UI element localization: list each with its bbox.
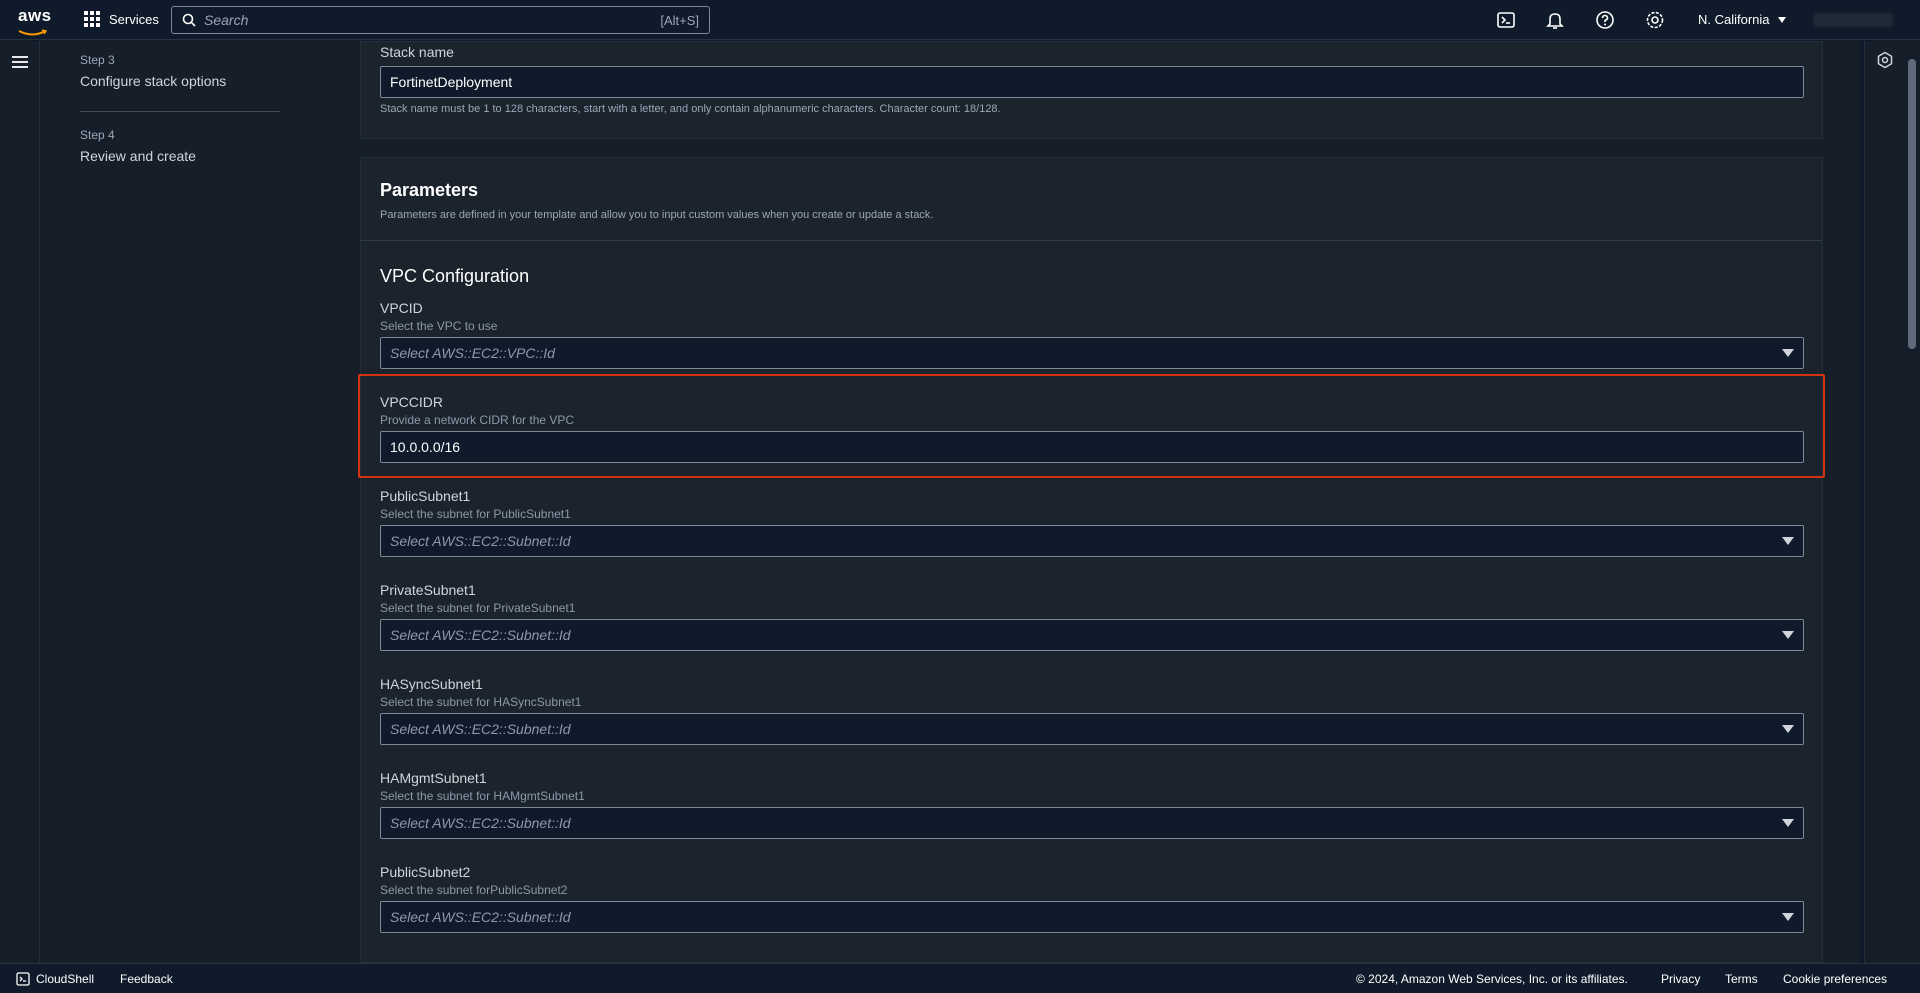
wizard-steps: Step 3 Configure stack options Step 4 Re… bbox=[40, 41, 360, 963]
search-shortcut-hint: [Alt+S] bbox=[660, 12, 699, 28]
select-placeholder: Select AWS::EC2::VPC::Id bbox=[390, 345, 555, 361]
publicsubnet2-select[interactable]: Select AWS::EC2::Subnet::Id bbox=[380, 901, 1804, 933]
param-description: Select the VPC to use bbox=[380, 319, 498, 333]
parameters-card: Parameters Parameters are defined in you… bbox=[360, 157, 1823, 963]
side-navigation-strip bbox=[0, 41, 40, 963]
parameters-header: Parameters Parameters are defined in you… bbox=[380, 180, 933, 221]
copyright-text: © 2024, Amazon Web Services, Inc. or its… bbox=[1356, 971, 1628, 986]
privatesubnet1-select[interactable]: Select AWS::EC2::Subnet::Id bbox=[380, 619, 1804, 651]
terms-link[interactable]: Terms bbox=[1725, 972, 1758, 986]
settings-icon[interactable] bbox=[1645, 10, 1665, 30]
param-description: Select the subnet for PublicSubnet1 bbox=[380, 507, 571, 521]
help-icon[interactable] bbox=[1595, 10, 1615, 30]
menu-icon[interactable] bbox=[12, 55, 28, 69]
param-label: PrivateSubnet1 bbox=[380, 582, 476, 598]
param-description: Select the subnet for HAMgmtSubnet1 bbox=[380, 789, 585, 803]
services-label: Services bbox=[109, 11, 159, 27]
param-description: Select the subnet for PrivateSubnet1 bbox=[380, 601, 576, 615]
cloudshell-footer-button[interactable]: CloudShell bbox=[16, 972, 94, 986]
account-menu[interactable] bbox=[1813, 13, 1893, 27]
cookie-preferences-link[interactable]: Cookie preferences bbox=[1783, 972, 1887, 986]
vpccidr-input[interactable] bbox=[390, 439, 1794, 455]
search-icon bbox=[182, 13, 196, 27]
select-placeholder: Select AWS::EC2::Subnet::Id bbox=[390, 909, 571, 925]
select-placeholder: Select AWS::EC2::Subnet::Id bbox=[390, 721, 571, 737]
vpcid-select[interactable]: Select AWS::EC2::VPC::Id bbox=[380, 337, 1804, 369]
caret-down-icon bbox=[1782, 819, 1794, 827]
page-scrollbar[interactable] bbox=[1904, 41, 1920, 963]
caret-down-icon bbox=[1782, 631, 1794, 639]
aws-logo-text: aws bbox=[18, 6, 52, 25]
aws-logo[interactable]: aws bbox=[18, 6, 52, 36]
select-placeholder: Select AWS::EC2::Subnet::Id bbox=[390, 533, 571, 549]
section-divider bbox=[361, 240, 1822, 241]
param-description: Provide a network CIDR for the VPC bbox=[380, 413, 575, 427]
cloudshell-icon[interactable] bbox=[1496, 10, 1516, 30]
stack-name-input[interactable] bbox=[390, 74, 1794, 90]
param-label: VPCID bbox=[380, 300, 423, 316]
param-label: PublicSubnet2 bbox=[380, 864, 471, 880]
services-menu-button[interactable]: Services bbox=[83, 10, 159, 28]
feedback-link[interactable]: Feedback bbox=[120, 972, 173, 986]
cloudshell-icon bbox=[16, 971, 30, 986]
caret-down-icon bbox=[1782, 349, 1794, 357]
tools-panel-icon[interactable] bbox=[1876, 51, 1894, 69]
caret-down-icon bbox=[1782, 537, 1794, 545]
step-3[interactable]: Step 3 Configure stack options bbox=[80, 53, 226, 89]
cloudshell-label: CloudShell bbox=[36, 971, 95, 986]
step-4[interactable]: Step 4 Review and create bbox=[80, 128, 196, 164]
select-placeholder: Select AWS::EC2::Subnet::Id bbox=[390, 627, 571, 643]
footer: CloudShell Feedback © 2024, Amazon Web S… bbox=[0, 963, 1920, 993]
publicsubnet1-select[interactable]: Select AWS::EC2::Subnet::Id bbox=[380, 525, 1804, 557]
caret-down-icon bbox=[1782, 913, 1794, 921]
stack-name-card: Stack name Stack name must be 1 to 128 c… bbox=[360, 41, 1823, 139]
region-label: N. California bbox=[1698, 12, 1770, 27]
stack-name-hint: Stack name must be 1 to 128 characters, … bbox=[380, 103, 1001, 115]
caret-down-icon bbox=[1777, 16, 1786, 23]
step-title: Review and create bbox=[80, 148, 196, 164]
step-title: Configure stack options bbox=[80, 73, 227, 89]
param-label: PublicSubnet1 bbox=[380, 488, 471, 504]
param-label: HAMgmtSubnet1 bbox=[380, 770, 487, 786]
scrollbar-thumb[interactable] bbox=[1908, 59, 1916, 349]
vpc-configuration-title: VPC Configuration bbox=[380, 266, 530, 286]
step-number: Step 4 bbox=[80, 128, 115, 142]
param-label: VPCCIDR bbox=[380, 394, 444, 410]
bell-icon[interactable] bbox=[1545, 10, 1565, 30]
search-box[interactable]: [Alt+S] bbox=[171, 6, 710, 34]
step-number: Step 3 bbox=[80, 53, 115, 67]
param-description: Select the subnet forPublicSubnet2 bbox=[380, 883, 568, 897]
region-selector[interactable]: N. California bbox=[1698, 12, 1786, 27]
search-input[interactable] bbox=[204, 12, 661, 28]
step-divider bbox=[80, 111, 280, 112]
param-label: HASyncSubnet1 bbox=[380, 676, 483, 692]
parameters-title: Parameters bbox=[380, 180, 479, 200]
hasyncsubnet1-select[interactable]: Select AWS::EC2::Subnet::Id bbox=[380, 713, 1804, 745]
grid-icon bbox=[84, 11, 100, 27]
parameters-description: Parameters are defined in your template … bbox=[380, 209, 934, 221]
vpccidr-field[interactable] bbox=[380, 431, 1804, 463]
right-tools-strip bbox=[1864, 41, 1904, 963]
hamgmtsubnet1-select[interactable]: Select AWS::EC2::Subnet::Id bbox=[380, 807, 1804, 839]
privacy-link[interactable]: Privacy bbox=[1661, 972, 1700, 986]
stack-name-label: Stack name bbox=[380, 44, 454, 60]
aws-smile-icon bbox=[18, 29, 48, 36]
select-placeholder: Select AWS::EC2::Subnet::Id bbox=[390, 815, 571, 831]
caret-down-icon bbox=[1782, 725, 1794, 733]
stack-name-field[interactable] bbox=[380, 66, 1804, 98]
top-navigation: aws Services [Alt+S] bbox=[0, 0, 1920, 40]
param-description: Select the subnet for HASyncSubnet1 bbox=[380, 695, 582, 709]
